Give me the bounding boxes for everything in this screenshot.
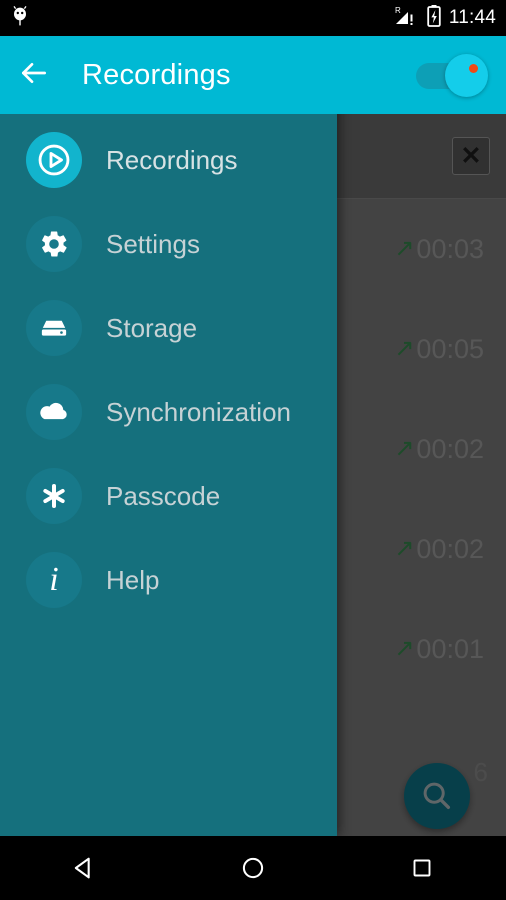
outgoing-arrow-icon: ↗ [394, 435, 415, 462]
duration-text: 00:02 [416, 433, 484, 464]
signal-roaming-icon: R [393, 5, 419, 32]
toggle-indicator-dot [469, 64, 478, 73]
nav-home-icon[interactable] [223, 838, 283, 898]
sidebar-item-label: Synchronization [106, 396, 291, 427]
nav-back-icon[interactable] [54, 838, 114, 898]
row-count-partial: 6 [473, 757, 488, 787]
toggle-thumb [445, 54, 488, 97]
sidebar-item-label: Settings [106, 228, 200, 259]
svg-text:R: R [395, 6, 401, 15]
row-duration: ↗ 00:01 [394, 634, 484, 665]
battery-charging-icon [426, 4, 442, 33]
sidebar-item-synchronization[interactable]: Synchronization [0, 370, 337, 454]
back-arrow-icon[interactable] [18, 57, 50, 94]
info-glyph: i [49, 561, 59, 598]
duration-text: 00:05 [416, 333, 484, 364]
sidebar-item-label: Recordings [106, 144, 238, 175]
sidebar-item-settings[interactable]: Settings [0, 202, 337, 286]
duration-text: 00:03 [416, 233, 484, 264]
system-nav-bar [0, 836, 506, 900]
status-clock: 11:44 [448, 7, 496, 28]
sidebar-item-passcode[interactable]: Passcode [0, 454, 337, 538]
search-fab[interactable] [404, 763, 470, 829]
sidebar-item-recordings[interactable]: Recordings [0, 118, 337, 202]
duration-text: 00:01 [416, 633, 484, 664]
outgoing-arrow-icon: ↗ [394, 335, 415, 362]
cloud-icon [26, 384, 82, 440]
navigation-drawer: Recordings Settings Storage Synchronizat… [0, 36, 337, 836]
android-robot-icon [10, 5, 30, 32]
outgoing-arrow-icon: ↗ [394, 235, 415, 262]
sidebar-item-label: Passcode [106, 480, 221, 511]
outgoing-arrow-icon: ↗ [394, 535, 415, 562]
app-bar: Recordings [0, 36, 506, 114]
phone-screen: select ✕ ‹ ↗ 00:03 ‹ ↗ 00:05 [0, 0, 506, 900]
sidebar-item-label: Storage [106, 312, 198, 343]
row-duration: ↗ 00:03 [394, 234, 484, 265]
status-bar: R 11:44 [0, 0, 506, 36]
play-circle-icon [26, 132, 82, 188]
recording-enabled-toggle[interactable] [416, 54, 488, 97]
asterisk-icon [26, 468, 82, 524]
nav-recents-icon[interactable] [392, 838, 452, 898]
row-duration: ↗ 00:02 [394, 534, 484, 565]
page-title: Recordings [82, 58, 231, 91]
search-icon [423, 782, 451, 810]
sidebar-item-help[interactable]: i Help [0, 538, 337, 622]
row-duration: ↗ 00:05 [394, 334, 484, 365]
gear-icon [26, 216, 82, 272]
sidebar-item-label: Help [106, 564, 160, 595]
duration-text: 00:02 [416, 533, 484, 564]
outgoing-arrow-icon: ↗ [394, 635, 415, 662]
info-icon: i [26, 552, 82, 608]
sidebar-item-storage[interactable]: Storage [0, 286, 337, 370]
row-duration: ↗ 00:02 [394, 434, 484, 465]
close-banner-button[interactable]: ✕ [452, 137, 490, 175]
hard-drive-icon [26, 300, 82, 356]
